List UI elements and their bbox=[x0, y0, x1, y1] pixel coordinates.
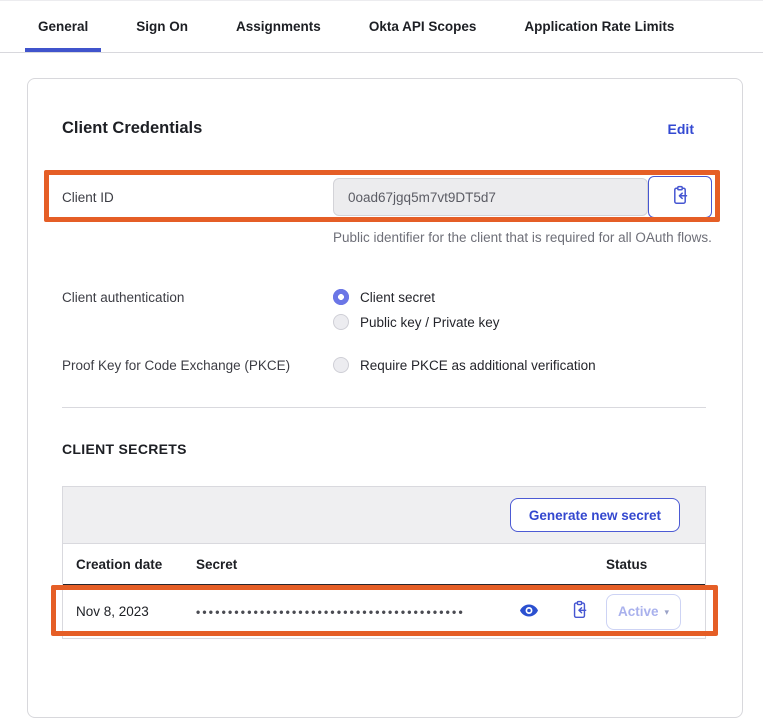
table-row: Nov 8, 2023 ••••••••••••••••••••••••••••… bbox=[63, 585, 705, 638]
copy-client-id-button[interactable] bbox=[648, 176, 712, 218]
card-header: Client Credentials Edit bbox=[62, 119, 694, 138]
client-secrets-panel: Generate new secret Creation date Secret… bbox=[62, 486, 706, 639]
client-id-control bbox=[333, 176, 712, 218]
secrets-table-header: Creation date Secret Status bbox=[63, 544, 705, 585]
client-authentication-row: Client authentication Client secret Publ… bbox=[62, 289, 736, 339]
section-title: Client Credentials bbox=[62, 119, 202, 138]
checkbox-unchecked-icon[interactable] bbox=[333, 357, 349, 373]
pkce-option[interactable]: Require PKCE as additional verification bbox=[333, 357, 596, 373]
generate-new-secret-button[interactable]: Generate new secret bbox=[510, 498, 680, 532]
radio-option-label: Client secret bbox=[360, 290, 435, 305]
secrets-toolbar: Generate new secret bbox=[63, 487, 705, 544]
column-header-creation-date: Creation date bbox=[76, 557, 196, 572]
tab-application-rate-limits[interactable]: Application Rate Limits bbox=[511, 1, 687, 52]
copy-secret-button[interactable] bbox=[570, 600, 589, 623]
client-id-label: Client ID bbox=[62, 190, 333, 205]
status-dropdown-button[interactable]: Active ▾ bbox=[606, 594, 681, 630]
masked-secret: ••••••••••••••••••••••••••••••••••••••••… bbox=[196, 605, 518, 619]
tab-sign-on[interactable]: Sign On bbox=[123, 1, 201, 52]
section-divider bbox=[62, 407, 706, 408]
client-secrets-title: CLIENT SECRETS bbox=[62, 441, 187, 457]
tab-okta-api-scopes[interactable]: Okta API Scopes bbox=[356, 1, 490, 52]
eye-icon bbox=[520, 604, 538, 620]
clipboard-copy-icon bbox=[670, 185, 690, 209]
radio-selected-icon[interactable] bbox=[333, 289, 349, 305]
secret-value-cell: ••••••••••••••••••••••••••••••••••••••••… bbox=[196, 600, 606, 623]
radio-option-client-secret[interactable]: Client secret bbox=[333, 289, 500, 305]
secret-status-cell: Active ▾ bbox=[606, 594, 705, 630]
edit-link[interactable]: Edit bbox=[668, 121, 694, 137]
reveal-secret-button[interactable] bbox=[520, 604, 538, 620]
pkce-label: Proof Key for Code Exchange (PKCE) bbox=[62, 357, 333, 382]
radio-option-label: Public key / Private key bbox=[360, 315, 500, 330]
pkce-row: Proof Key for Code Exchange (PKCE) Requi… bbox=[62, 357, 736, 382]
column-header-secret: Secret bbox=[196, 557, 606, 572]
client-id-help-text: Public identifier for the client that is… bbox=[333, 225, 725, 250]
column-header-status: Status bbox=[606, 557, 705, 572]
radio-option-public-private-key[interactable]: Public key / Private key bbox=[333, 314, 500, 330]
client-authentication-label: Client authentication bbox=[62, 289, 333, 339]
radio-unselected-icon[interactable] bbox=[333, 314, 349, 330]
tab-assignments[interactable]: Assignments bbox=[223, 1, 334, 52]
app-tab-bar: General Sign On Assignments Okta API Sco… bbox=[0, 0, 763, 53]
tab-general[interactable]: General bbox=[25, 1, 101, 52]
clipboard-copy-icon bbox=[570, 600, 589, 623]
client-id-row: Client ID bbox=[62, 171, 736, 223]
client-credentials-card: Client Credentials Edit Client ID Public… bbox=[27, 78, 743, 718]
status-badge: Active bbox=[618, 604, 659, 619]
client-authentication-options: Client secret Public key / Private key bbox=[333, 289, 500, 339]
secret-creation-date: Nov 8, 2023 bbox=[76, 604, 196, 619]
client-id-input[interactable] bbox=[333, 178, 648, 216]
chevron-down-icon: ▾ bbox=[665, 606, 670, 618]
pkce-option-label: Require PKCE as additional verification bbox=[360, 358, 596, 373]
